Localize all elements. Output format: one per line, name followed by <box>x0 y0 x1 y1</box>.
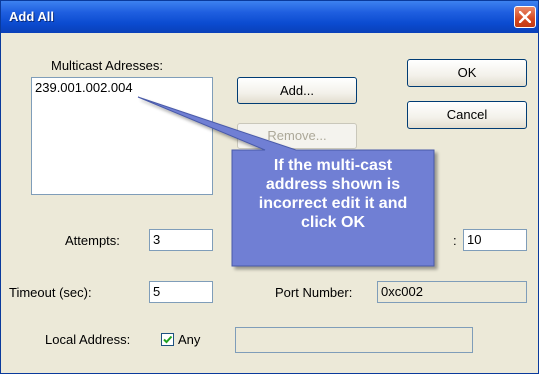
callout-line-4: click OK <box>234 213 432 232</box>
callout-text: If the multi-cast address shown is incor… <box>234 156 432 232</box>
callout-line-4-prefix: click <box>300 214 342 231</box>
callout-line-2: address shown is <box>265 176 401 193</box>
callout-ok-emphasis: OK <box>341 214 366 231</box>
callout-line-3: incorrect edit it and <box>258 195 408 212</box>
callout-line-1: If the multi-cast <box>273 157 393 174</box>
